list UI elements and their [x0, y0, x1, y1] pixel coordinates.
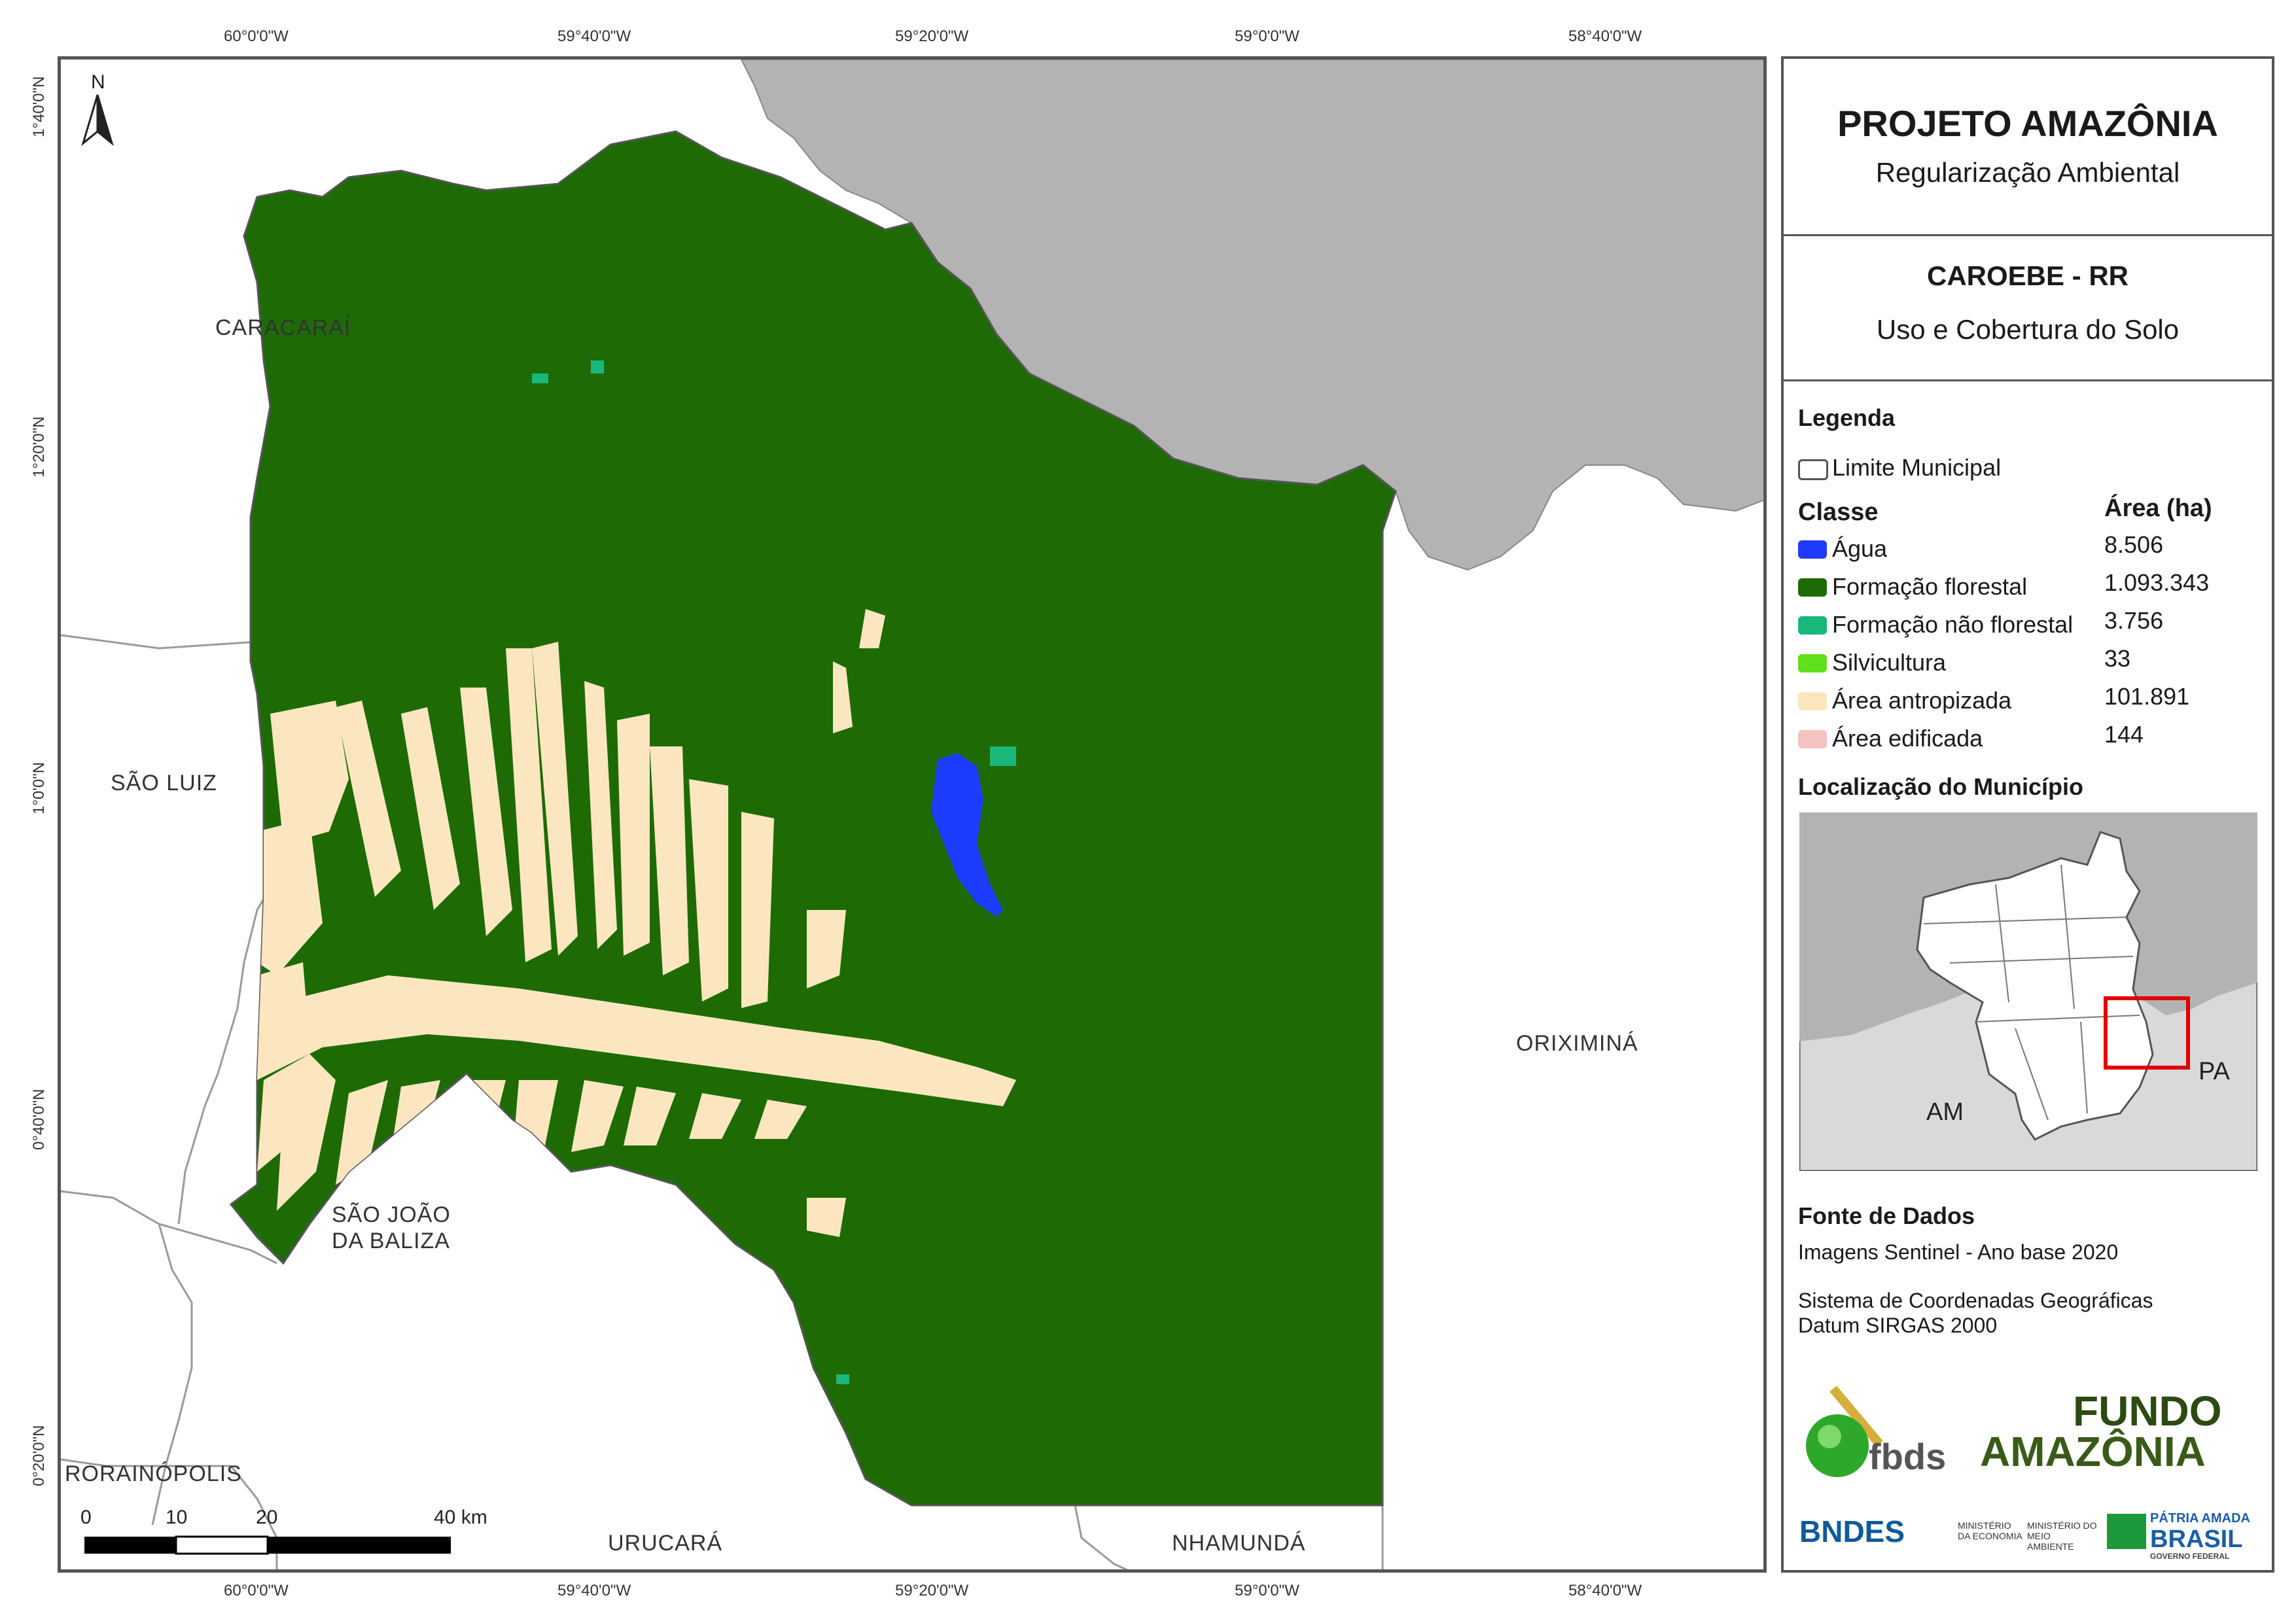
governo-federal: GOVERNO FEDERAL [2150, 1552, 2230, 1561]
brasil-text: BRASIL [2150, 1526, 2243, 1553]
bndes-logo: BNDES [1799, 1514, 1905, 1548]
scale-label-40: 40 km [434, 1507, 487, 1528]
inset-map: AM PA [1799, 812, 2257, 1171]
swatch-non-forest [1798, 616, 1827, 635]
legend-title: Legenda [1798, 404, 1896, 431]
top-tick-4: 59°0'0"W [1235, 27, 1299, 45]
place-oriximina: ORIXIMINÁ [1516, 1031, 1638, 1056]
place-sao-luiz: SÃO LUIZ [111, 771, 217, 795]
area-water: 8.506 [2104, 531, 2164, 558]
amazonia-text: AMAZÔNIA [1980, 1428, 2206, 1475]
class-silviculture: Silvicultura [1832, 649, 1947, 676]
class-water: Água [1832, 535, 1888, 562]
area-anthropized: 101.891 [2104, 683, 2190, 710]
area-forest: 1.093.343 [2104, 569, 2210, 596]
swatch-silviculture [1798, 654, 1827, 672]
sources-line3: Datum SIRGAS 2000 [1798, 1314, 1998, 1337]
sources-title: Fonte de Dados [1798, 1202, 1975, 1229]
ministry-economy: MINISTÉRIO DA ECONOMIA [1958, 1520, 2022, 1541]
map-frame[interactable]: N CARACARAÍ SÃO LUIZ SÃO JOÃO DA BALIZA … [58, 56, 1767, 1573]
top-tick-5: 58°40'0"W [1568, 27, 1642, 45]
left-tick-4: 0°40'0"N [30, 1089, 48, 1150]
class-header: Classe [1798, 498, 1879, 526]
bottom-tick-1: 60°0'0"W [224, 1582, 289, 1599]
bottom-tick-4: 59°0'0"W [1235, 1582, 1299, 1599]
bottom-tick-2: 59°40'0"W [557, 1582, 631, 1599]
class-anthropized: Área antropizada [1832, 687, 2012, 714]
swatch-forest [1798, 578, 1827, 597]
place-nhamunda: NHAMUNDÁ [1172, 1531, 1306, 1556]
scale-label-20: 20 [256, 1507, 278, 1528]
area-silviculture: 33 [2104, 645, 2131, 672]
area-header: Área (ha) [2104, 495, 2212, 522]
swatch-anthropized [1798, 692, 1827, 710]
class-forest: Formação florestal [1832, 573, 2028, 600]
left-tick-1: 1°40'0"N [30, 76, 48, 137]
divider-1 [1784, 234, 2272, 236]
left-tick-3: 1°0'0"N [30, 761, 48, 814]
place-sao-joao-line2: DA BALIZA [332, 1229, 450, 1253]
map-theme: Uso e Cobertura do Solo [1876, 314, 2180, 345]
north-arrow-icon: N [81, 71, 114, 147]
top-tick-1: 60°0'0"W [224, 27, 289, 45]
divider-2 [1784, 379, 2272, 381]
left-tick-2: 1°20'0"N [30, 416, 48, 478]
municipality-name: CAROEBE - RR [1926, 260, 2128, 291]
boundary-label: Limite Municipal [1832, 454, 2002, 481]
class-built: Área edificada [1832, 725, 1983, 752]
left-tick-5: 0°20'0"N [30, 1425, 48, 1486]
north-label: N [91, 71, 105, 93]
sources-line1: Imagens Sentinel - Ano base 2020 [1798, 1240, 2119, 1264]
fbds-logo: fbds [1798, 1374, 1955, 1478]
side-panel: PROJETO AMAZÔNIA Regularização Ambiental… [1781, 56, 2274, 1573]
patria-amada: PÁTRIA AMADA [2150, 1511, 2250, 1526]
swatch-built [1798, 730, 1827, 748]
fbds-text: fbds [1869, 1436, 1947, 1477]
top-tick-2: 59°40'0"W [557, 27, 631, 45]
scale-label-10: 10 [166, 1507, 188, 1528]
swatch-water [1798, 540, 1827, 559]
inset-label-am: AM [1926, 1098, 1964, 1126]
sources-line2: Sistema de Coordenadas Geográficas [1798, 1289, 2153, 1312]
project-title: PROJETO AMAZÔNIA [1837, 103, 2218, 144]
place-caracarai: CARACARAÍ [215, 315, 351, 340]
area-non-forest: 3.756 [2104, 607, 2164, 634]
project-subtitle: Regularização Ambiental [1875, 157, 2180, 188]
scale-label-0: 0 [80, 1507, 92, 1528]
class-non-forest: Formação não florestal [1832, 611, 2074, 638]
scale-bar [84, 1535, 451, 1555]
brasil-flag-icon [2107, 1514, 2146, 1549]
place-sao-joao-line1: SÃO JOÃO [332, 1202, 451, 1227]
map-canvas[interactable]: N [61, 60, 1767, 1573]
bottom-tick-3: 59°20'0"W [895, 1582, 969, 1599]
bottom-tick-5: 58°40'0"W [1568, 1582, 1642, 1599]
top-tick-3: 59°20'0"W [895, 27, 969, 45]
area-built: 144 [2104, 721, 2144, 748]
inset-label-pa: PA [2199, 1058, 2231, 1085]
location-title: Localização do Município [1798, 773, 2084, 800]
fundo-amazonia-logo: FUNDO AMAZÔNIA [1980, 1387, 2255, 1478]
boundary-swatch [1798, 459, 1828, 480]
place-rorainopolis: RORAINÓPOLIS [65, 1461, 242, 1486]
place-urucara: URUCARÁ [608, 1531, 723, 1556]
ministry-environment: MINISTÉRIO DO MEIO AMBIENTE [2027, 1520, 2097, 1552]
